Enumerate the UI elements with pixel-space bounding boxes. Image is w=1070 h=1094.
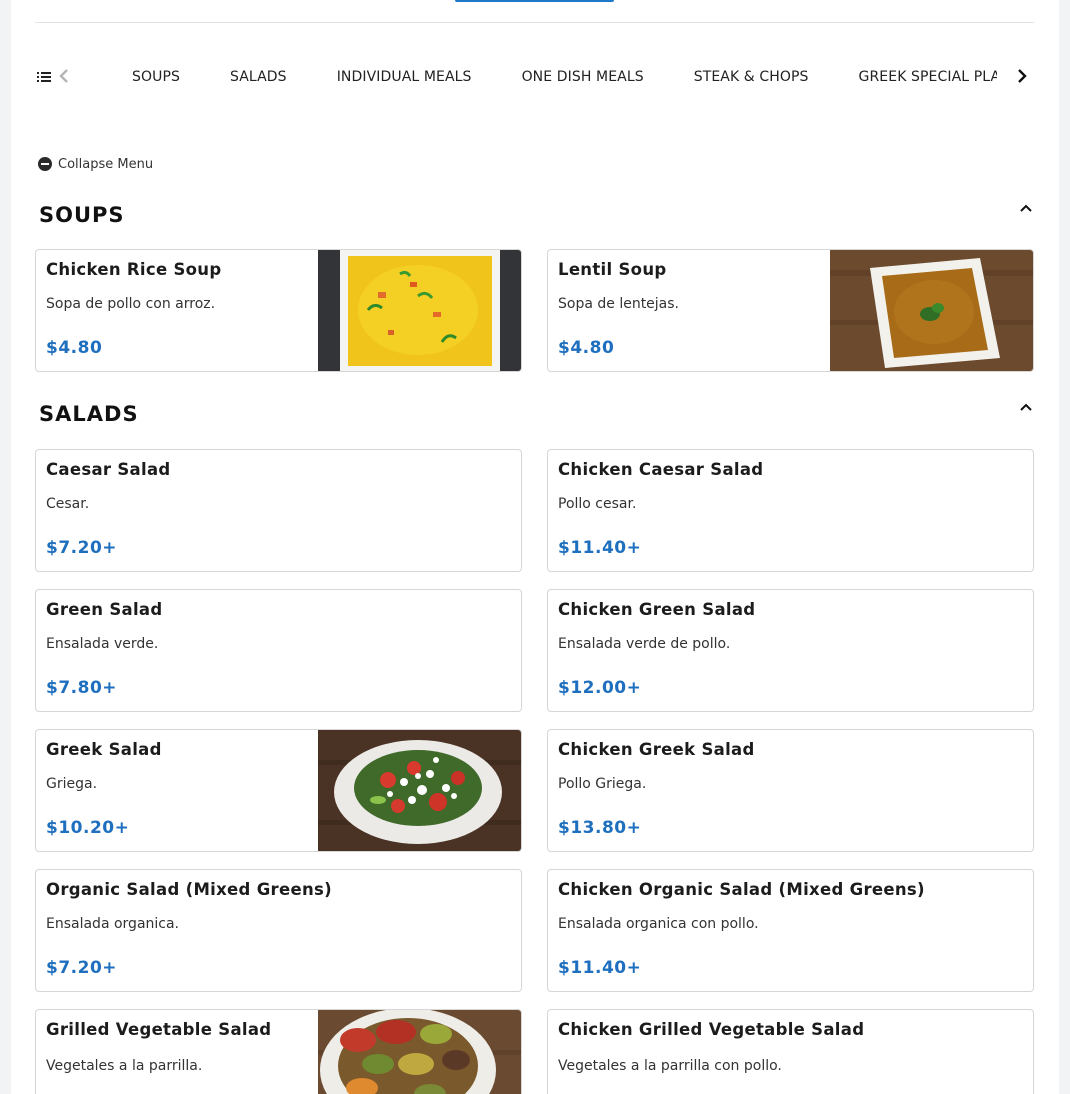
list-icon[interactable] bbox=[37, 69, 51, 83]
item-price: $7.20+ bbox=[46, 958, 118, 978]
divider bbox=[35, 22, 1034, 23]
menu-item-card[interactable]: Grilled Vegetable Salad Vegetales a la p… bbox=[35, 1009, 522, 1094]
item-description: Sopa de lentejas. bbox=[558, 296, 680, 312]
menu-item-card[interactable]: Chicken Grilled Vegetable Salad Vegetale… bbox=[547, 1009, 1034, 1094]
menu-item-card[interactable]: Green Salad Ensalada verde. $7.80+ bbox=[35, 589, 522, 712]
chevron-up-icon[interactable] bbox=[1018, 200, 1034, 216]
category-nav: SOUPS SALADS INDIVIDUAL MEALS ONE DISH MEAL… bbox=[35, 58, 1034, 96]
item-name: Organic Salad (Mixed Greens) bbox=[46, 880, 332, 899]
item-description: Ensalada verde. bbox=[46, 636, 159, 652]
item-price: $10.20+ bbox=[46, 818, 130, 838]
menu-item-card[interactable]: Chicken Green Salad Ensalada verde de po… bbox=[547, 589, 1034, 712]
item-name: Chicken Greek Salad bbox=[558, 740, 755, 759]
item-name: Green Salad bbox=[46, 600, 163, 619]
category-tab-steak-chops[interactable]: STEAK & CHOPS bbox=[694, 58, 809, 96]
menu-item-card[interactable]: Chicken Organic Salad (Mixed Greens) Ens… bbox=[547, 869, 1034, 992]
item-price: $11.40+ bbox=[558, 958, 642, 978]
item-description: Vegetales a la parrilla con pollo. bbox=[558, 1058, 782, 1074]
menu-item-card[interactable]: Greek Salad Griega. $10.20+ bbox=[35, 729, 522, 852]
item-name: Chicken Caesar Salad bbox=[558, 460, 764, 479]
menu-item-card[interactable]: Chicken Rice Soup Sopa de pollo con arro… bbox=[35, 249, 522, 372]
category-tab-salads[interactable]: SALADS bbox=[230, 58, 287, 96]
menu-page: SOUPS SALADS INDIVIDUAL MEALS ONE DISH MEAL… bbox=[11, 0, 1059, 1094]
chevron-right-icon[interactable] bbox=[1015, 67, 1029, 85]
category-tab-greek-special[interactable]: GREEK SPECIAL PLA bbox=[859, 58, 997, 96]
menu-item-card[interactable]: Chicken Caesar Salad Pollo cesar. $11.40… bbox=[547, 449, 1034, 572]
category-tab-one-dish-meals[interactable]: ONE DISH MEALS bbox=[522, 58, 644, 96]
item-description: Ensalada organica. bbox=[46, 916, 180, 932]
item-price: $4.80 bbox=[46, 338, 103, 358]
item-description: Pollo cesar. bbox=[558, 496, 637, 512]
chevron-up-icon[interactable] bbox=[1018, 399, 1034, 415]
item-name: Chicken Organic Salad (Mixed Greens) bbox=[558, 880, 925, 899]
lentil-soup-photo bbox=[830, 250, 1033, 371]
item-price: $12.00+ bbox=[558, 678, 642, 698]
item-description: Vegetales a la parrilla. bbox=[46, 1058, 203, 1074]
item-price: $11.40+ bbox=[558, 538, 642, 558]
section-title: SALADS bbox=[39, 402, 139, 426]
item-name: Grilled Vegetable Salad bbox=[46, 1020, 272, 1039]
item-description: Griega. bbox=[46, 776, 98, 792]
item-name: Caesar Salad bbox=[46, 460, 171, 479]
section-header-soups: SOUPS bbox=[39, 200, 1034, 230]
chicken-rice-soup-photo bbox=[318, 250, 521, 371]
greek-salad-photo bbox=[318, 730, 521, 851]
category-tabs: SOUPS SALADS INDIVIDUAL MEALS ONE DISH MEAL… bbox=[97, 58, 997, 96]
category-tab-soups[interactable]: SOUPS bbox=[132, 58, 180, 96]
chevron-left-icon[interactable] bbox=[57, 67, 71, 85]
item-description: Sopa de pollo con arroz. bbox=[46, 296, 216, 312]
collapse-menu-button[interactable]: Collapse Menu bbox=[38, 155, 153, 173]
section-header-salads: SALADS bbox=[39, 399, 1034, 429]
menu-item-card[interactable]: Caesar Salad Cesar. $7.20+ bbox=[35, 449, 522, 572]
top-accent-bar bbox=[455, 0, 614, 2]
grilled-vegetable-photo bbox=[318, 1010, 521, 1094]
item-price: $7.20+ bbox=[46, 538, 118, 558]
item-name: Chicken Green Salad bbox=[558, 600, 756, 619]
item-description: Ensalada organica con pollo. bbox=[558, 916, 759, 932]
item-price: $13.80+ bbox=[558, 818, 642, 838]
menu-item-card[interactable]: Chicken Greek Salad Pollo Griega. $13.80… bbox=[547, 729, 1034, 852]
item-description: Cesar. bbox=[46, 496, 90, 512]
item-name: Lentil Soup bbox=[558, 260, 667, 279]
minus-circle-icon bbox=[38, 157, 52, 171]
section-title: SOUPS bbox=[39, 203, 125, 227]
item-description: Ensalada verde de pollo. bbox=[558, 636, 731, 652]
item-name: Chicken Rice Soup bbox=[46, 260, 222, 279]
item-description: Pollo Griega. bbox=[558, 776, 647, 792]
category-tab-individual-meals[interactable]: INDIVIDUAL MEALS bbox=[337, 58, 472, 96]
menu-item-card[interactable]: Organic Salad (Mixed Greens) Ensalada or… bbox=[35, 869, 522, 992]
menu-item-card[interactable]: Lentil Soup Sopa de lentejas. $4.80 bbox=[547, 249, 1034, 372]
item-price: $4.80 bbox=[558, 338, 615, 358]
item-name: Greek Salad bbox=[46, 740, 162, 759]
collapse-menu-label: Collapse Menu bbox=[58, 156, 154, 172]
item-name: Chicken Grilled Vegetable Salad bbox=[558, 1020, 865, 1039]
item-price: $7.80+ bbox=[46, 678, 118, 698]
